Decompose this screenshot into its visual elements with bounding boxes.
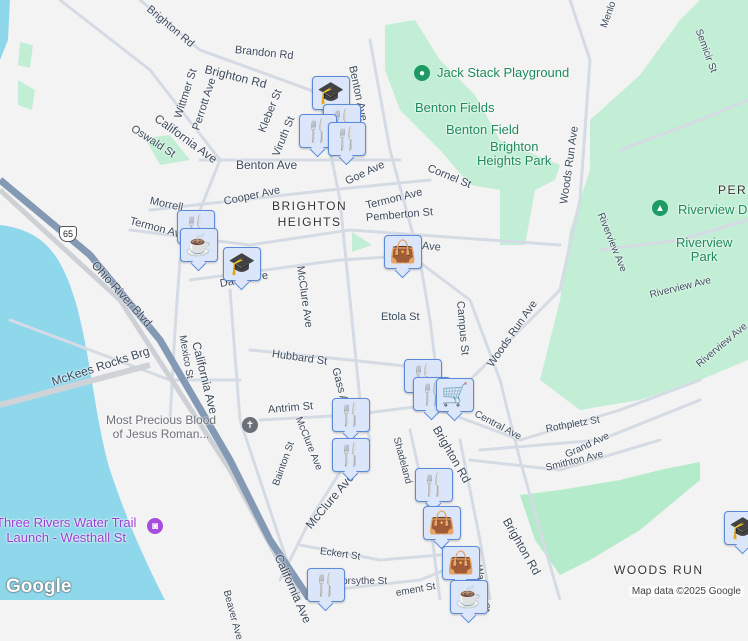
school-marker-icon[interactable]: 🎓	[724, 511, 748, 545]
shopping-marker-icon[interactable]: 👜	[442, 546, 480, 580]
park-label-brighton-heights-park[interactable]: Brighton Heights Park	[477, 140, 551, 168]
area-label-brighton-heights: BRIGHTON HEIGHTS	[272, 199, 348, 229]
map-attribution[interactable]: Map data ©2025 Google	[628, 586, 744, 597]
restaurant-marker-icon[interactable]: 🍴	[328, 122, 366, 156]
cafe-marker-icon[interactable]: ☕	[180, 228, 218, 262]
street-label: Ave	[421, 240, 442, 254]
cafe-marker-icon[interactable]: ☕	[450, 580, 488, 614]
park-label-benton-field[interactable]: Benton Field	[446, 123, 519, 137]
park-label-riverview-park[interactable]: Riverview Park	[676, 236, 732, 264]
shopping-marker-icon[interactable]: 👜	[423, 506, 461, 540]
poi-label-church[interactable]: Most Precious Blood of Jesus Roman...	[106, 413, 216, 441]
area-label-perry: PERI	[718, 183, 748, 197]
google-logo[interactable]: Google	[6, 576, 71, 598]
street-label: Benton Ave	[236, 158, 298, 172]
park-pin-icon[interactable]: ●	[414, 65, 430, 81]
restaurant-marker-icon[interactable]: 🍴	[332, 398, 370, 432]
park-label-benton-fields[interactable]: Benton Fields	[415, 101, 495, 115]
restaurant-marker-icon[interactable]: 🍴	[307, 568, 345, 602]
school-marker-icon[interactable]: 🎓	[223, 247, 261, 281]
restaurant-marker-icon[interactable]: 🍴	[415, 468, 453, 502]
shopping-marker-icon[interactable]: 👜	[384, 235, 422, 269]
route-shield-65: 65	[59, 226, 77, 242]
church-cross-icon[interactable]: ✝	[242, 417, 258, 433]
park-label-riverview-d[interactable]: Riverview D	[678, 203, 747, 217]
camera-icon[interactable]: ◙	[147, 518, 163, 534]
park-label-jack-stack[interactable]: Jack Stack Playground	[437, 66, 569, 80]
restaurant-marker-icon[interactable]: 🍴	[332, 438, 370, 472]
street-label: Etola St	[381, 311, 420, 323]
poi-label-water-trail[interactable]: Three Rivers Water Trail Launch - Westha…	[0, 515, 136, 545]
map-canvas[interactable]	[0, 0, 748, 600]
tree-icon[interactable]: ▲	[652, 200, 668, 216]
grocery-cart-marker-icon[interactable]: 🛒	[436, 378, 474, 412]
area-label-woods-run: WOODS RUN	[614, 563, 704, 577]
